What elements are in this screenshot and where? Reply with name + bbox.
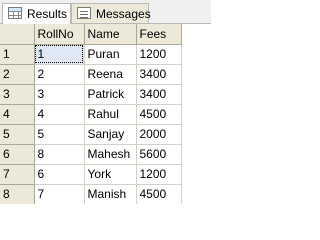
fees-cell[interactable]: 1200 <box>136 164 182 185</box>
name-cell[interactable]: Sanjay <box>84 124 137 145</box>
name-cell[interactable]: Puran <box>84 44 137 65</box>
name-cell[interactable]: Rahul <box>84 104 137 125</box>
tab-messages-label: Messages <box>96 7 151 21</box>
column-header-name[interactable]: Name <box>84 24 137 45</box>
fees-cell[interactable]: 2000 <box>136 124 182 145</box>
tab-results-label: Results <box>27 7 68 21</box>
fees-cell[interactable]: 3400 <box>136 64 182 85</box>
table-row[interactable]: 6 8 Mahesh 5600 <box>0 144 182 165</box>
table-row[interactable]: 5 5 Sanjay 2000 <box>0 124 182 145</box>
row-number[interactable]: 4 <box>0 104 35 125</box>
results-grid-container: RollNo Name Fees 1 1 Puran 1200 2 2 Reen… <box>0 24 211 204</box>
name-cell[interactable]: Mahesh <box>84 144 137 165</box>
fees-cell[interactable]: 3400 <box>136 84 182 105</box>
messages-icon <box>77 7 91 19</box>
results-tabs: Results Messages <box>0 0 211 24</box>
results-grid: RollNo Name Fees 1 1 Puran 1200 2 2 Reen… <box>0 24 182 204</box>
table-row[interactable]: 3 3 Patrick 3400 <box>0 84 182 105</box>
tab-messages[interactable]: Messages <box>71 3 151 23</box>
row-number[interactable]: 6 <box>0 144 35 165</box>
rollno-cell[interactable]: 6 <box>34 164 85 185</box>
name-cell[interactable]: Patrick <box>84 84 137 105</box>
table-row[interactable]: 8 7 Manish 4500 <box>0 184 182 204</box>
name-cell[interactable]: Reena <box>84 64 137 85</box>
results-pane: Results Messages RollNo Name Fees 1 1 Pu… <box>0 0 211 204</box>
rollno-cell[interactable]: 5 <box>34 124 85 145</box>
rollno-cell[interactable]: 8 <box>34 144 85 165</box>
fees-cell[interactable]: 4500 <box>136 184 182 204</box>
grid-header-row: RollNo Name Fees <box>0 24 182 45</box>
row-number[interactable]: 1 <box>0 44 35 65</box>
rollno-cell[interactable]: 2 <box>34 64 85 85</box>
column-header-fees[interactable]: Fees <box>136 24 182 45</box>
row-number-header[interactable] <box>0 24 35 45</box>
grid-icon <box>8 7 22 19</box>
tab-results[interactable]: Results <box>2 3 71 24</box>
rollno-cell[interactable]: 7 <box>34 184 85 204</box>
fees-cell[interactable]: 4500 <box>136 104 182 125</box>
row-number[interactable]: 3 <box>0 84 35 105</box>
table-row[interactable]: 4 4 Rahul 4500 <box>0 104 182 125</box>
rollno-cell[interactable]: 4 <box>34 104 85 125</box>
rollno-cell[interactable]: 3 <box>34 84 85 105</box>
row-number[interactable]: 8 <box>0 184 35 204</box>
column-header-rollno[interactable]: RollNo <box>34 24 85 45</box>
table-row[interactable]: 2 2 Reena 3400 <box>0 64 182 85</box>
table-row[interactable]: 7 6 York 1200 <box>0 164 182 185</box>
fees-cell[interactable]: 5600 <box>136 144 182 165</box>
fees-cell[interactable]: 1200 <box>136 44 182 65</box>
name-cell[interactable]: York <box>84 164 137 185</box>
row-number[interactable]: 7 <box>0 164 35 185</box>
table-row[interactable]: 1 1 Puran 1200 <box>0 44 182 65</box>
rollno-cell[interactable]: 1 <box>34 44 85 65</box>
row-number[interactable]: 2 <box>0 64 35 85</box>
row-number[interactable]: 5 <box>0 124 35 145</box>
name-cell[interactable]: Manish <box>84 184 137 204</box>
